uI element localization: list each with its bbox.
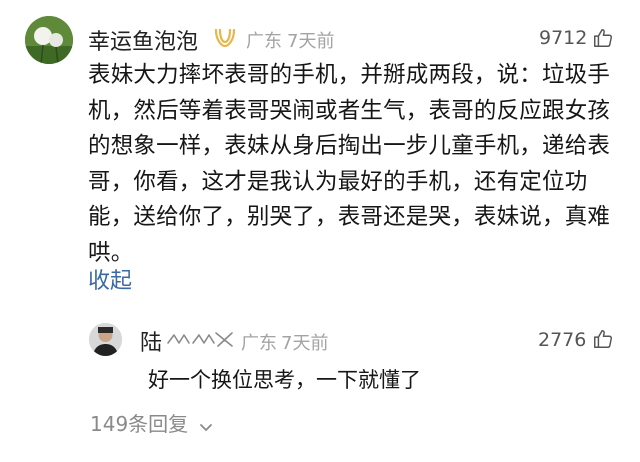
- like-button[interactable]: [592, 27, 614, 53]
- collapse-link[interactable]: 收起: [88, 263, 132, 295]
- comment-text: 表妹大力摔坏表哥的手机，并掰成两段，说：垃圾手机，然后等着表哥哭闹或者生气，表哥…: [88, 62, 611, 266]
- reply-avatar[interactable]: [89, 323, 122, 356]
- avatar[interactable]: [25, 16, 73, 64]
- chevron-down-icon: [199, 414, 213, 438]
- reply-location: 广东: [241, 333, 277, 354]
- reply-text: 好一个换位思考，一下就懂了: [148, 368, 421, 392]
- comment-username[interactable]: 幸运鱼泡泡: [88, 24, 198, 56]
- view-replies-button[interactable]: 149条回复: [90, 408, 213, 438]
- comment-time: 7天前: [287, 31, 335, 52]
- handwriting-emblem-icon: [166, 329, 234, 353]
- replies-label: 149条回复: [90, 412, 189, 436]
- comment-like-count: 9712: [539, 27, 588, 49]
- thumbs-up-icon: [594, 330, 613, 348]
- avatar-image: [25, 16, 73, 64]
- comment-location: 广东: [246, 31, 282, 52]
- reply-username[interactable]: 陆: [140, 325, 162, 357]
- user-badge-icon: [214, 27, 236, 53]
- thumbs-up-icon: [594, 29, 613, 47]
- reply-avatar-image: [89, 323, 122, 356]
- reply-like-button[interactable]: [592, 328, 614, 354]
- reply-time: 7天前: [281, 333, 329, 354]
- reply-like-count: 2776: [538, 329, 587, 351]
